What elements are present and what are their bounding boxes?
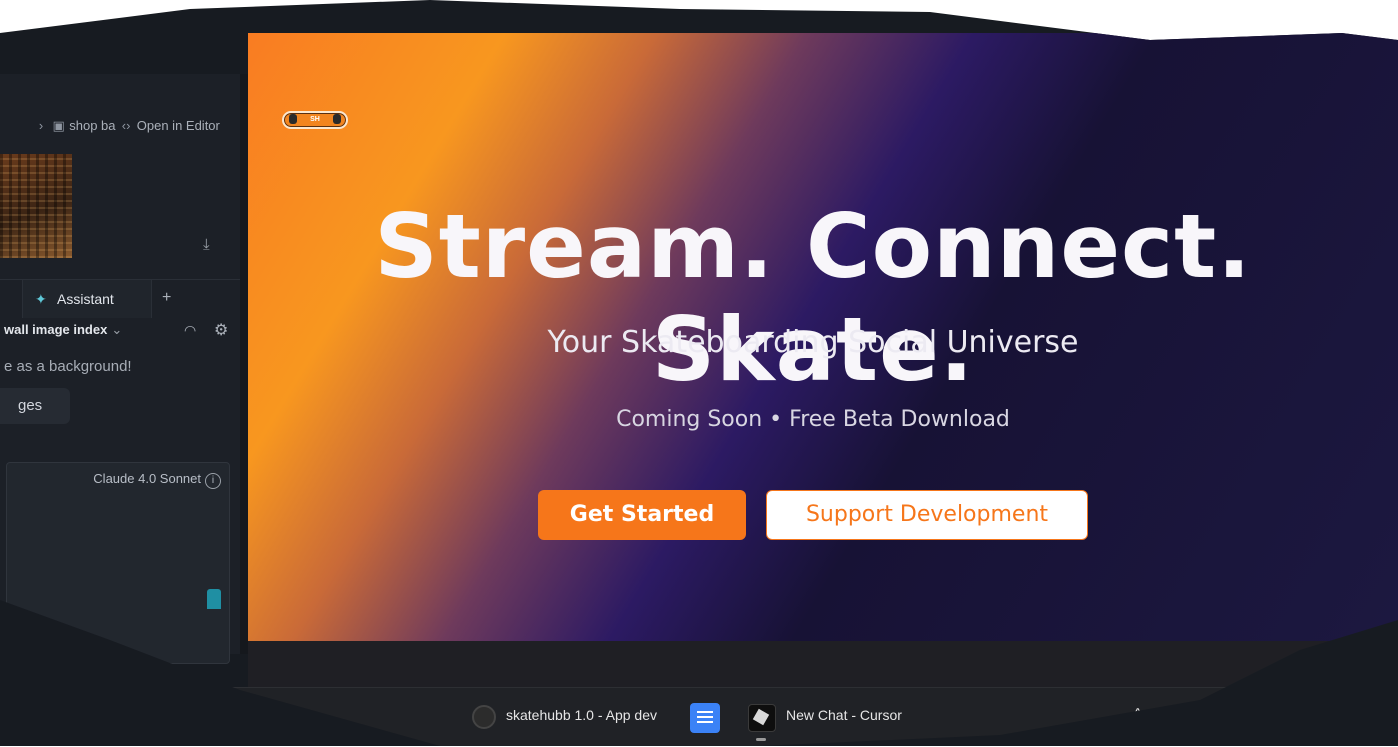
breadcrumb: › ▣ shop ba ‹› Open in Editor <box>34 118 220 134</box>
logo-text: SH <box>310 116 320 123</box>
add-tab-button[interactable]: + <box>162 289 171 307</box>
model-selector[interactable]: Claude 4.0 Sonnet i <box>93 471 221 489</box>
caret-up-icon[interactable]: ^ <box>1134 706 1142 724</box>
hero-section: SH Stream. Connect. Skate. Your Skateboa… <box>248 33 1398 641</box>
chevron-right-icon: › <box>38 118 44 133</box>
editor-side-panel: › ▣ shop ba ‹› Open in Editor ⤓ ✦ Assist… <box>0 74 248 664</box>
model-name: Claude 4.0 Sonnet <box>93 471 201 486</box>
hero-headline: Stream. Connect. Skate. <box>374 195 1252 401</box>
docs-icon[interactable] <box>690 703 720 733</box>
screenshot-region: › ▣ shop ba ‹› Open in Editor ⤓ ✦ Assist… <box>0 0 1398 746</box>
tab-assistant-label: Assistant <box>57 291 114 307</box>
code-icon: ‹› <box>121 118 131 133</box>
support-development-button[interactable]: Support Development <box>766 490 1088 540</box>
site-logo[interactable]: SH <box>282 111 348 129</box>
chat-title[interactable]: wall image index ⌄ <box>4 322 122 338</box>
send-button[interactable] <box>207 589 221 609</box>
hero-subtext: Coming Soon • Free Beta Download <box>616 407 1010 432</box>
taskbar-item-skatehubb[interactable]: skatehubb 1.0 - App dev <box>506 707 657 723</box>
tab-assistant[interactable]: ✦ Assistant <box>22 280 152 318</box>
gauge-icon[interactable]: ◠ <box>184 322 196 339</box>
get-started-button[interactable]: Get Started <box>538 490 746 540</box>
images-chip[interactable]: ges <box>0 388 70 424</box>
chat-composer[interactable]: Claude 4.0 Sonnet i <box>6 462 230 664</box>
chevron-down-icon: ⌄ <box>111 322 123 337</box>
assistant-icon: ✦ <box>35 291 47 307</box>
screenshot-inner: › ▣ shop ba ‹› Open in Editor ⤓ ✦ Assist… <box>0 0 1398 746</box>
image-preview <box>0 154 72 258</box>
info-icon[interactable]: i <box>205 473 221 489</box>
chrome-icon[interactable] <box>472 705 496 729</box>
image-icon: ▣ <box>52 118 65 133</box>
taskbar-item-cursor[interactable]: New Chat - Cursor <box>786 707 902 723</box>
chat-message: e as a background! <box>4 358 132 375</box>
panel-tab-row: ✦ Assistant + <box>0 279 240 318</box>
panel-divider[interactable] <box>240 74 248 654</box>
download-icon[interactable]: ⤓ <box>203 236 210 253</box>
gear-icon[interactable]: ⚙ <box>214 320 228 340</box>
cursor-app-icon[interactable] <box>748 704 776 732</box>
images-chip-label: ges <box>18 397 43 414</box>
hero-tagline: Your Skateboarding Social Universe <box>547 325 1079 360</box>
preview-bottom-strip <box>248 641 1398 687</box>
chat-title-label: wall image index <box>4 322 108 337</box>
open-in-editor-link[interactable]: Open in Editor <box>137 118 220 133</box>
active-indicator <box>756 738 766 741</box>
breadcrumb-file[interactable]: shop ba <box>69 118 115 133</box>
taskbar: skatehubb 1.0 - App dev New Chat - Curso… <box>0 687 1398 746</box>
